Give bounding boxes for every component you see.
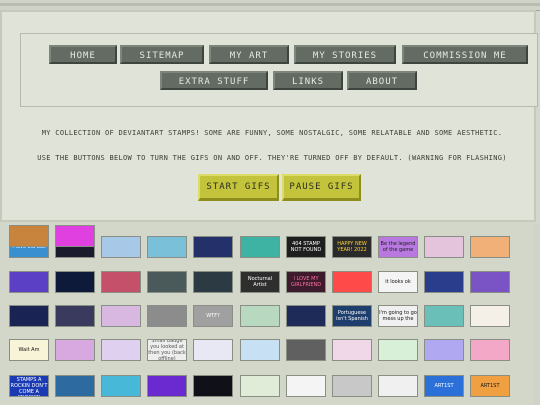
start-gifs-button[interactable]: START GIFS bbox=[198, 174, 279, 201]
when-the-stamps-stamp[interactable]: WHEN THE STAMPS A ROCKIN DON'T COME A KN… bbox=[9, 375, 49, 397]
mint-stamp[interactable] bbox=[378, 339, 418, 361]
looks-ok-stamp[interactable]: it looks ok bbox=[378, 271, 418, 293]
teal-stamp[interactable] bbox=[240, 236, 280, 258]
creature-stamp[interactable] bbox=[424, 305, 464, 327]
artist-stamp[interactable]: ART1ST bbox=[424, 375, 464, 397]
nav-sitemap[interactable]: SITEMAP bbox=[120, 45, 204, 64]
space-stamp[interactable] bbox=[193, 236, 233, 258]
burger-stamp[interactable] bbox=[9, 225, 49, 247]
sunset-stamp[interactable] bbox=[101, 271, 141, 293]
purple-stamp[interactable] bbox=[147, 375, 187, 397]
scrollbar[interactable] bbox=[533, 225, 540, 405]
orange-stamp[interactable] bbox=[470, 236, 510, 258]
blue-text-stamp[interactable] bbox=[424, 271, 464, 293]
intro-line-1: MY COLLECTION OF DEVIANTART STAMPS! SOME… bbox=[41, 129, 503, 137]
sky-stamp[interactable] bbox=[147, 236, 187, 258]
light-stamp[interactable] bbox=[193, 339, 233, 361]
stamp-grid: I love old ads 404 STAMP NOT FOUND HAPPY N… bbox=[0, 225, 540, 405]
top-bar-strip bbox=[0, 3, 540, 6]
pastel-stamp[interactable] bbox=[424, 236, 464, 258]
moon-stamp[interactable] bbox=[286, 339, 326, 361]
small-text-stamp[interactable]: Small badge you looked at then you (back… bbox=[147, 339, 187, 361]
nav-commission-me[interactable]: COMMISSION ME bbox=[402, 45, 528, 64]
nav-about[interactable]: ABOUT bbox=[347, 71, 417, 90]
wtf-stamp[interactable]: WTF? bbox=[193, 305, 233, 327]
moon-phase-stamp[interactable] bbox=[55, 339, 95, 361]
lavender-stamp[interactable] bbox=[424, 339, 464, 361]
emoji-stamp[interactable] bbox=[470, 271, 510, 293]
pause-gifs-button[interactable]: PAUSE GIFS bbox=[282, 174, 361, 201]
nav-home[interactable]: HOME bbox=[49, 45, 117, 64]
galaxy-stamp[interactable] bbox=[55, 305, 95, 327]
nav-my-art[interactable]: MY ART bbox=[209, 45, 289, 64]
flowers-stamp[interactable] bbox=[332, 339, 372, 361]
dark-blue-stamp[interactable] bbox=[9, 305, 49, 327]
portuguese-stamp[interactable]: Portuguese isn't Spanish bbox=[332, 305, 372, 327]
aqua-stamp[interactable] bbox=[101, 375, 141, 397]
nav-box: HOME SITEMAP MY ART MY STORIES COMMISSIO… bbox=[20, 33, 538, 107]
nocturnal-artist-stamp[interactable]: Nocturnal Artist bbox=[240, 271, 280, 293]
pink-sky-stamp[interactable] bbox=[101, 305, 141, 327]
vaporwave-stamp[interactable] bbox=[9, 271, 49, 293]
grey-stamp[interactable] bbox=[147, 305, 187, 327]
pokemon-stamp[interactable] bbox=[101, 236, 141, 258]
happy-new-year-stamp[interactable]: HAPPY NEW YEAR! 2022 bbox=[332, 236, 372, 258]
hamster-stamp[interactable] bbox=[470, 305, 510, 327]
pink-border-stamp[interactable] bbox=[55, 225, 95, 247]
intro-line-2: USE THE BUTTONS BELOW TO TURN THE GIFS O… bbox=[37, 154, 507, 162]
rainbow-stamp[interactable] bbox=[332, 271, 372, 293]
stars-stamp[interactable] bbox=[286, 305, 326, 327]
girlfriend-stamp[interactable]: I LOVE MY GIRLFRIEND bbox=[286, 271, 326, 293]
404-stamp[interactable]: 404 STAMP NOT FOUND bbox=[286, 236, 326, 258]
sun-stamp[interactable]: Wait Am bbox=[9, 339, 49, 361]
flag-stamp[interactable] bbox=[470, 339, 510, 361]
ocean-stamp[interactable] bbox=[55, 375, 95, 397]
sparkle-stamp[interactable] bbox=[193, 375, 233, 397]
tv-stamp[interactable] bbox=[147, 271, 187, 293]
license-plate-stamp[interactable] bbox=[378, 375, 418, 397]
nav-my-stories[interactable]: MY STORIES bbox=[294, 45, 396, 64]
artist-orange-stamp[interactable]: ART1ST bbox=[470, 375, 510, 397]
feather-stamp[interactable] bbox=[286, 375, 326, 397]
bird-stamp[interactable]: I'm going to go mess up the bbox=[378, 305, 418, 327]
night-stamp[interactable] bbox=[55, 271, 95, 293]
nav-extra-stuff[interactable]: EXTRA STUFF bbox=[160, 71, 268, 90]
nav-links[interactable]: LINKS bbox=[273, 71, 343, 90]
legend-stamp[interactable]: Be the legend of the game bbox=[378, 236, 418, 258]
light-blue-stamp[interactable] bbox=[240, 339, 280, 361]
pattern-stamp[interactable] bbox=[332, 375, 372, 397]
header-panel: HOME SITEMAP MY ART MY STORIES COMMISSIO… bbox=[0, 10, 538, 222]
pale-stamp[interactable] bbox=[240, 375, 280, 397]
dark-tv-stamp[interactable] bbox=[193, 271, 233, 293]
planet-stamp[interactable] bbox=[101, 339, 141, 361]
map-stamp[interactable] bbox=[240, 305, 280, 327]
